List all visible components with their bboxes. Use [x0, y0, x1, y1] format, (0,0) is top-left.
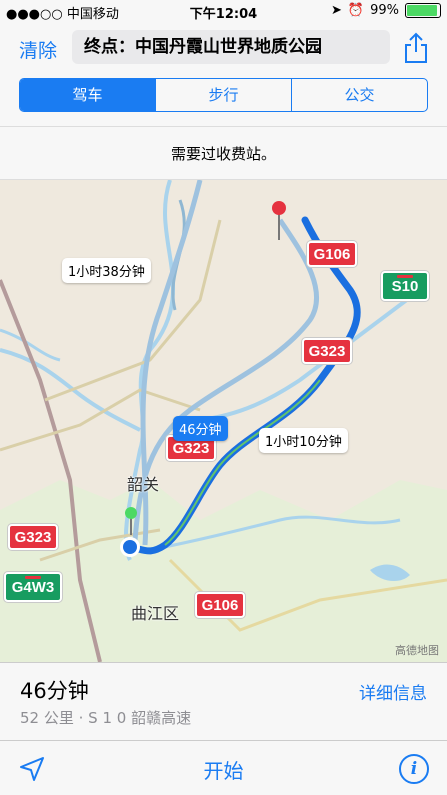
- alt-route-time-bubble[interactable]: 1小时38分钟: [62, 258, 151, 283]
- place-label: 曲江区: [131, 604, 180, 623]
- map-view[interactable]: G106 S10 G323 G323 G323 G4W3 G106 1小时38分…: [0, 180, 447, 662]
- status-right: ➤ ⏰ 99%: [331, 3, 441, 18]
- route-shield-g4w3: G4W3: [4, 572, 62, 602]
- place-label: 韶关: [127, 475, 160, 494]
- route-summary-panel: 46分钟 52 公里 · S 1 0 韶赣高速 详细信息: [0, 662, 447, 740]
- start-button[interactable]: 开始: [204, 759, 244, 783]
- directions-header: 清除 终点：中国丹霞山世界地质公园 驾车 步行 公交: [0, 22, 447, 126]
- toll-notice: 需要过收费站。: [0, 126, 447, 180]
- info-icon[interactable]: i: [399, 754, 429, 784]
- route-shield-g323: G323: [302, 338, 352, 364]
- alt-route-time-bubble[interactable]: 1小时10分钟: [259, 428, 348, 453]
- status-bar: ●●●○○ 中国移动 下午12:04 ➤ ⏰ 99%: [0, 0, 447, 22]
- transport-mode-control: 驾车 步行 公交: [19, 78, 428, 112]
- map-attribution: 高德地图: [395, 644, 439, 657]
- route-shield-g323: G323: [8, 524, 58, 550]
- destination-field[interactable]: 终点：中国丹霞山世界地质公园: [72, 30, 390, 64]
- location-arrow-icon: ➤: [331, 3, 342, 18]
- battery-icon: [405, 3, 441, 18]
- battery-percent: 99%: [370, 3, 399, 18]
- tab-walk[interactable]: 步行: [155, 79, 291, 111]
- route-detail: 52 公里 · S 1 0 韶赣高速: [20, 709, 192, 727]
- details-button[interactable]: 详细信息: [359, 679, 427, 704]
- route-shield-g106: G106: [307, 241, 357, 267]
- route-eta: 46分钟: [20, 679, 89, 703]
- tab-drive[interactable]: 驾车: [20, 79, 155, 111]
- bottom-toolbar: 开始 i: [0, 740, 447, 795]
- share-icon[interactable]: [401, 32, 431, 64]
- clear-button[interactable]: 清除: [19, 36, 57, 63]
- route-shield-g106: G106: [195, 592, 245, 618]
- route-shield-s10: S10: [381, 271, 429, 301]
- alarm-icon: ⏰: [347, 3, 365, 18]
- start-area: 开始: [0, 755, 447, 784]
- main-route-time-bubble[interactable]: 46分钟: [173, 416, 228, 441]
- tab-transit[interactable]: 公交: [291, 79, 427, 111]
